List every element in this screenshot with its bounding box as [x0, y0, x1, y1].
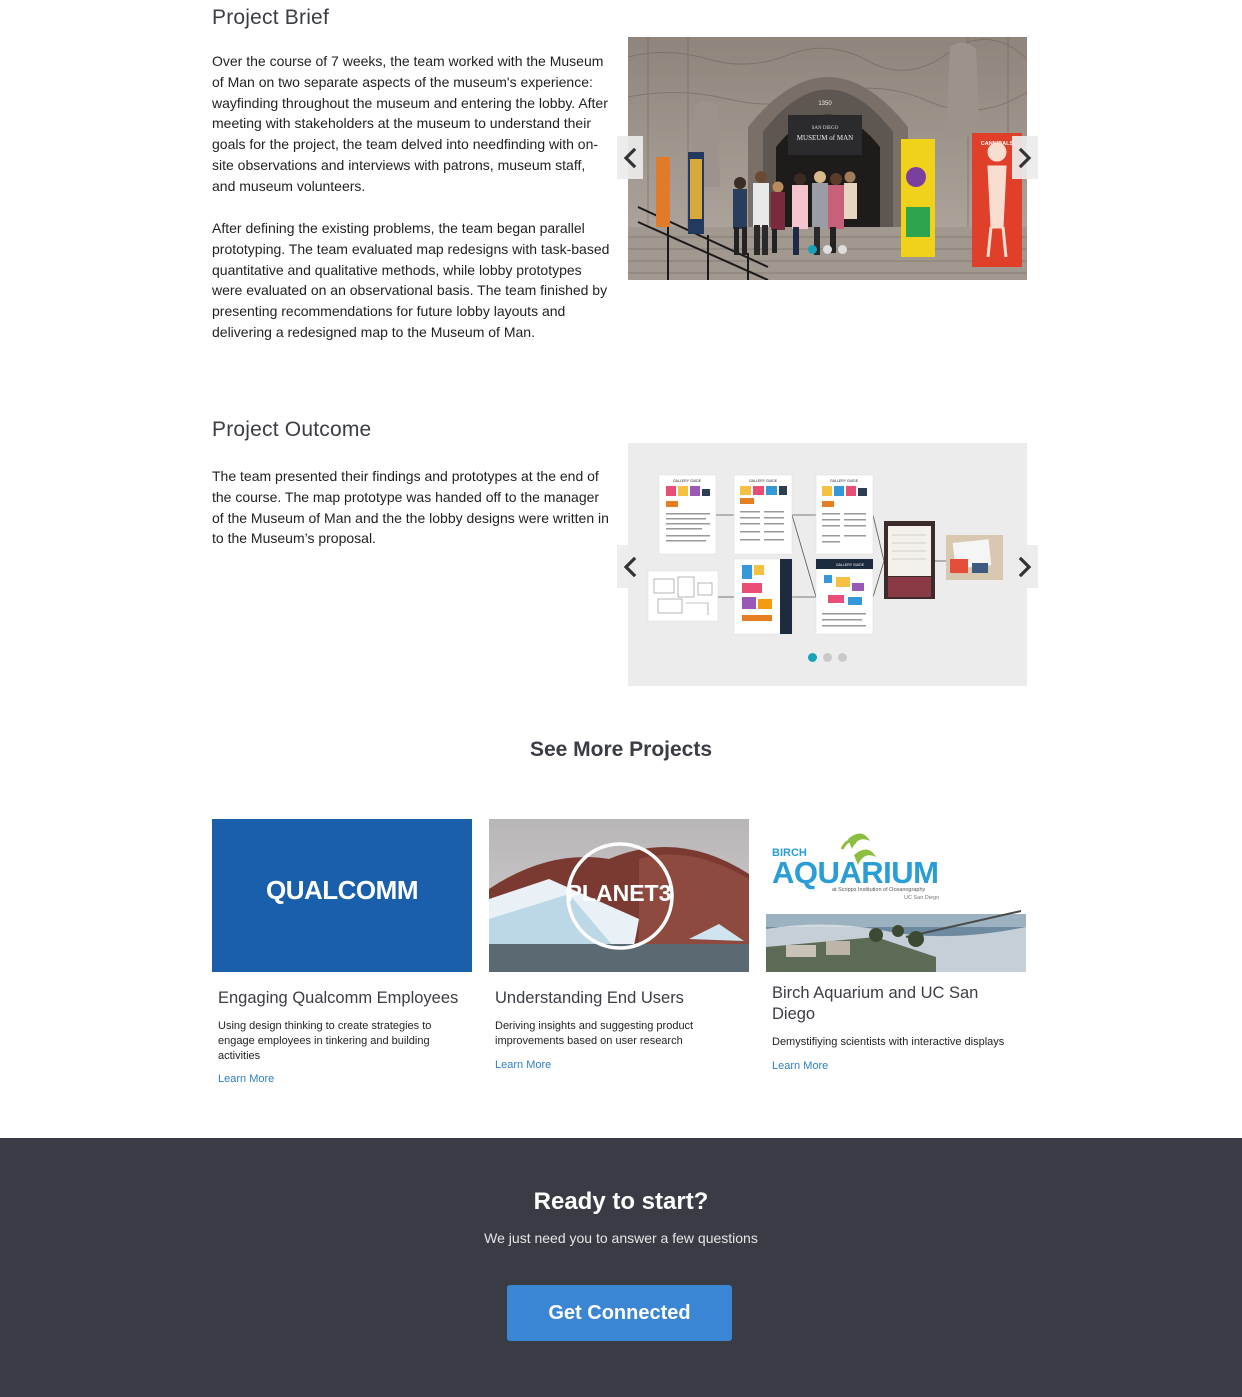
learn-more-link[interactable]: Learn More — [772, 1060, 828, 1072]
chevron-right-icon — [1018, 147, 1032, 168]
project-outcome-title: Project Outcome — [212, 418, 372, 441]
brief-paragraph-1: Over the course of 7 weeks, the team wor… — [212, 53, 608, 194]
project-card-qualcomm[interactable]: QUALCOMM Engaging Qualcomm Employees Usi… — [212, 819, 472, 1087]
aquarium-logo-subtitle-2: UC San Diego — [904, 895, 940, 901]
chevron-right-icon — [1018, 556, 1032, 577]
chevron-left-icon — [623, 556, 637, 577]
sign-line2: MUSEUM of MAN — [797, 134, 853, 142]
planet3-logo-text: PLANET3 — [566, 880, 672, 906]
outcome-carousel-prev-button[interactable] — [617, 545, 643, 588]
card-title: Understanding End Users — [495, 989, 684, 1007]
cta-footer: Ready to start? We just need you to answ… — [0, 1138, 1242, 1397]
sign-line1: SAN DIEGO — [812, 126, 839, 131]
carousel-dot[interactable] — [838, 653, 847, 662]
outcome-carousel-next-button[interactable] — [1012, 545, 1038, 588]
chevron-left-icon — [623, 147, 637, 168]
card-title: Birch Aquarium and UC San Diego — [772, 984, 979, 1023]
outcome-paragraph: The team presented their findings and pr… — [212, 468, 609, 547]
card-description: Deriving insights and suggesting product… — [495, 1020, 694, 1047]
learn-more-link[interactable]: Learn More — [495, 1059, 551, 1071]
guide-label-1: GALLERY GUIDE — [673, 479, 702, 483]
project-card-birch-aquarium[interactable]: BIRCH AQUARIUM at Scripps Institution of… — [766, 819, 1026, 1074]
qualcomm-logo-text: QUALCOMM — [266, 875, 418, 905]
aquarium-logo-subtitle: at Scripps Institution of Oceanography — [832, 887, 926, 893]
carousel-dot[interactable] — [808, 653, 817, 662]
project-card-planet3[interactable]: PLANET3 Understanding End Users Deriving… — [489, 819, 749, 1073]
carousel-dot[interactable] — [808, 245, 817, 254]
card-title: Engaging Qualcomm Employees — [218, 989, 459, 1007]
guide-label-4: GALLERY GUIDE — [836, 563, 865, 567]
project-brief-title: Project Brief — [212, 6, 329, 29]
carousel-dot[interactable] — [823, 653, 832, 662]
carousel-dot[interactable] — [838, 245, 847, 254]
brief-carousel-dots — [628, 245, 1027, 254]
carousel-dot[interactable] — [823, 245, 832, 254]
brief-image-carousel: SAN DIEGO MUSEUM of MAN 1350 — [617, 37, 1038, 280]
learn-more-link[interactable]: Learn More — [218, 1073, 274, 1085]
guide-label-3: GALLERY GUIDE — [830, 479, 859, 483]
planet3-logo-image: PLANET3 — [489, 819, 749, 972]
address-number: 1350 — [818, 101, 832, 107]
aquarium-logo-text: AQUARIUM — [772, 855, 939, 890]
get-connected-button[interactable]: Get Connected — [507, 1285, 732, 1341]
brief-carousel-next-button[interactable] — [1012, 136, 1038, 179]
birch-aquarium-logo-image: BIRCH AQUARIUM at Scripps Institution of… — [766, 819, 1026, 972]
map-prototypes-diagram: GALLERY GUIDE GALLERY GUIDE GALLERY GUID… — [628, 443, 1027, 686]
brief-carousel-prev-button[interactable] — [617, 136, 643, 179]
brief-paragraph-2: After defining the existing problems, th… — [212, 220, 610, 340]
guide-label-2: GALLERY GUIDE — [749, 479, 778, 483]
outcome-image-carousel: GALLERY GUIDE GALLERY GUIDE GALLERY GUID… — [617, 443, 1038, 686]
see-more-projects-title: See More Projects — [529, 738, 713, 761]
cta-subtitle: We just need you to answer a few questio… — [484, 1230, 758, 1246]
card-description: Using design thinking to create strategi… — [218, 1020, 432, 1062]
card-description: Demystifiying scientists with interactiv… — [772, 1036, 1005, 1048]
qualcomm-logo-image: QUALCOMM — [212, 819, 472, 972]
outcome-carousel-dots — [628, 653, 1027, 662]
museum-entrance-photo: SAN DIEGO MUSEUM of MAN 1350 — [628, 37, 1027, 280]
cta-title: Ready to start? — [533, 1188, 709, 1215]
